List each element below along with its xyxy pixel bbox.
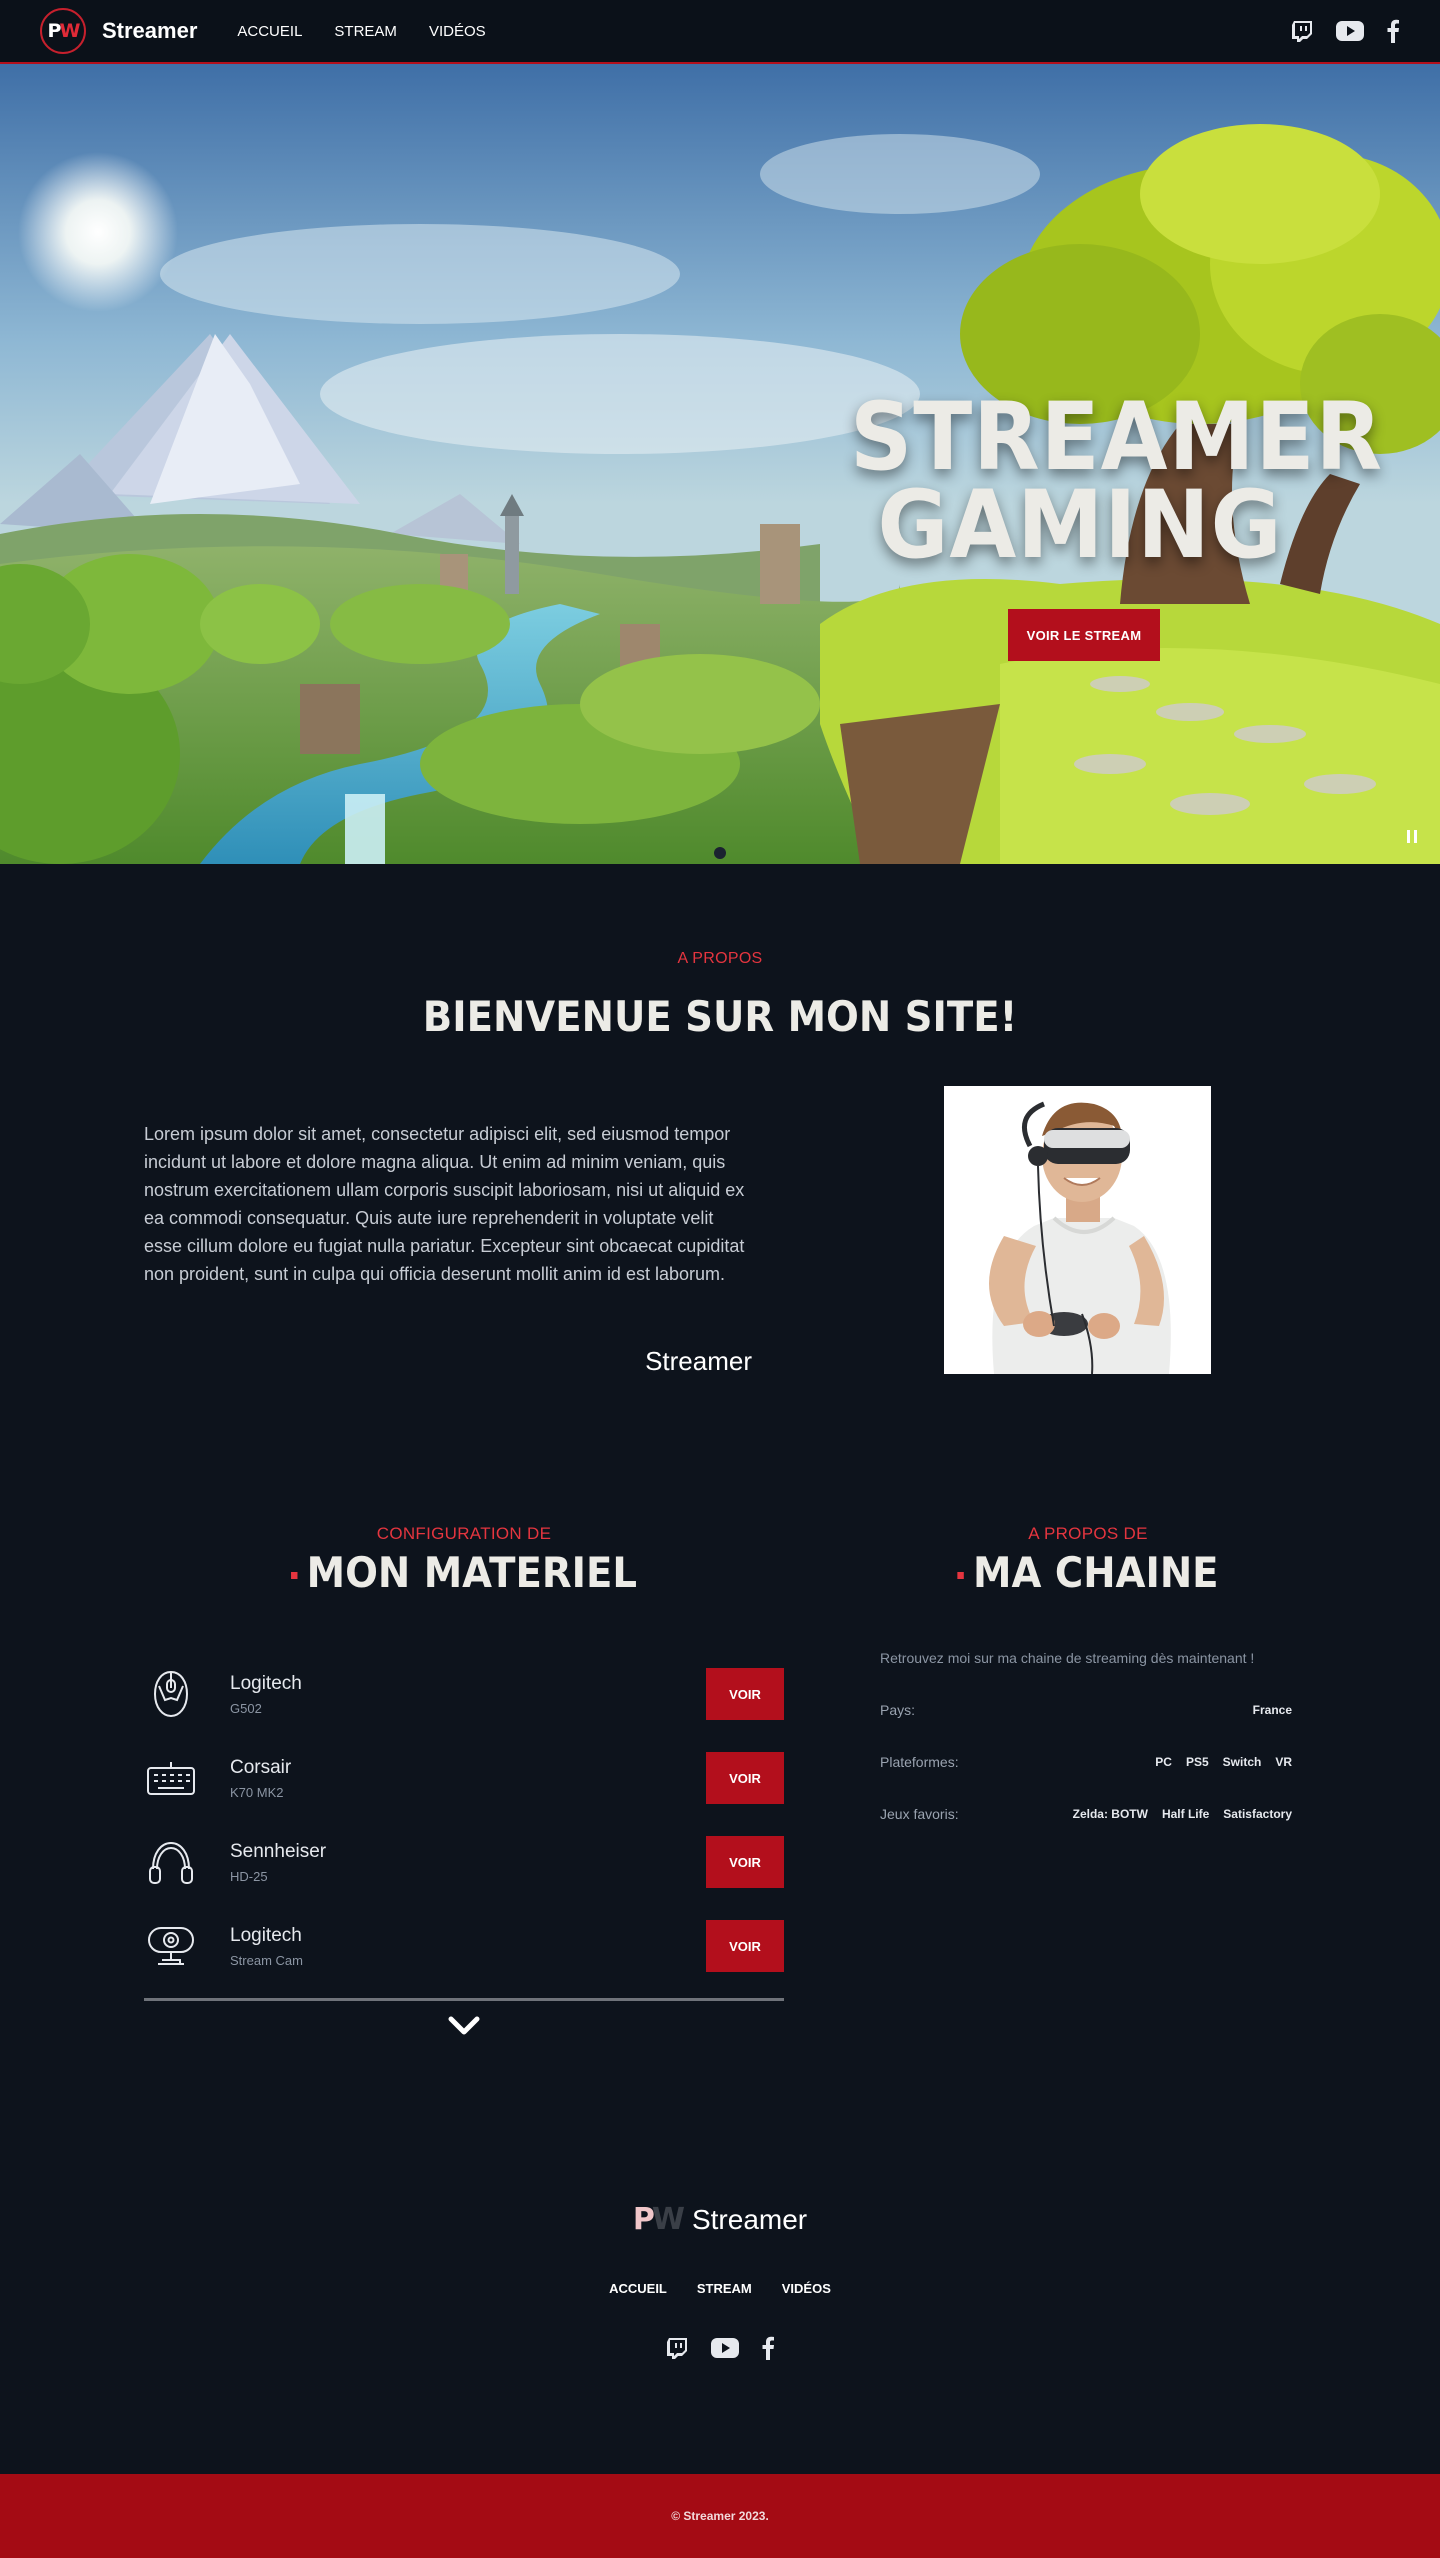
channel-heading: A PROPOS DE MA CHAINE [848,1524,1328,1597]
copyright-bar: © Streamer 2023. [0,2474,1440,2558]
gear-title: MON MATERIEL [243,1548,685,1597]
view-gear-button[interactable]: VOIR [706,1752,784,1804]
streamer-photo [944,1086,1211,1374]
channel-value: PS5 [1185,1755,1209,1769]
webcam-icon [144,1919,198,1973]
copyright-text: © Streamer 2023. [671,2509,769,2523]
channel-row-favorite-games: Jeux favoris: Zelda: BOTW Half Life Sati… [880,1806,1292,1822]
gear-and-channel-section: CONFIGURATION DE MON MATERIEL A PROPOS D… [0,1524,1440,2124]
carousel-pause-button[interactable] [1398,822,1426,850]
nav-link-accueil[interactable]: ACCUEIL [237,23,302,40]
logo-letter-p: P [47,20,62,42]
hero-carousel: STREAMER GAMING VOIR LE STREAM [0,64,1440,864]
gear-name: Corsair [230,1756,292,1778]
view-gear-button[interactable]: VOIR [706,1668,784,1720]
view-gear-button[interactable]: VOIR [706,1836,784,1888]
mouse-icon [144,1667,198,1721]
gear-model: G502 [230,1700,262,1716]
facebook-icon[interactable] [1386,19,1400,43]
footer: PW Streamer ACCUEIL STREAM VIDÉOS [0,2124,1440,2474]
footer-brand[interactable]: PW Streamer [0,2124,1440,2237]
channel-info: Retrouvez moi sur ma chaine de streaming… [880,1650,1292,1822]
channel-value: Switch [1222,1755,1262,1769]
channel-value: Half Life [1161,1807,1210,1821]
youtube-icon[interactable] [1336,21,1364,41]
channel-value: France [1252,1703,1292,1717]
channel-row-label: Pays: [880,1702,916,1718]
show-more-chevron-down-icon[interactable] [144,2015,784,2037]
twitch-icon[interactable] [665,2336,689,2360]
nav-link-videos[interactable]: VIDÉOS [429,23,486,40]
gear-eyebrow: CONFIGURATION DE [376,1524,552,1543]
channel-row-country: Pays: France [880,1702,1292,1718]
channel-eyebrow: A PROPOS DE [1028,1524,1148,1543]
footer-logo: PW [632,2202,685,2237]
footer-link-stream[interactable]: STREAM [697,2281,752,2296]
gear-model: K70 MK2 [230,1784,284,1800]
gear-item: Logitech G502 VOIR [144,1652,784,1736]
gear-heading: CONFIGURATION DE MON MATERIEL [224,1524,704,1597]
navbar: PW Streamer ACCUEIL STREAM VIDÉOS [0,0,1440,64]
about-paragraph: Lorem ipsum dolor sit amet, consectetur … [144,1124,745,1284]
gear-name: Sennheiser [230,1840,327,1862]
gear-list: Logitech G502 VOIR Corsair K70 MK2 VOIR … [144,1652,784,2037]
footer-links: ACCUEIL STREAM VIDÉOS [0,2281,1440,2296]
hero-title: STREAMER GAMING [850,383,1383,580]
carousel-indicator[interactable] [714,847,726,859]
gear-item: Logitech Stream Cam VOIR [144,1904,784,1988]
site-logo[interactable]: PW [40,8,86,54]
nav-link-stream[interactable]: STREAM [334,23,397,40]
channel-row-label: Plateformes: [880,1754,959,1770]
youtube-icon[interactable] [711,2338,739,2358]
keyboard-icon [144,1751,198,1805]
view-gear-button[interactable]: VOIR [706,1920,784,1972]
channel-intro: Retrouvez moi sur ma chaine de streaming… [880,1650,1255,1666]
hero-title-line-2: GAMING [877,471,1283,580]
footer-link-videos[interactable]: VIDÉOS [782,2281,831,2296]
channel-value: Satisfactory [1223,1807,1292,1821]
footer-brand-name: Streamer [691,2203,808,2235]
gear-model: HD-25 [230,1868,268,1884]
about-section: A PROPOS BIENVENUE SUR MON SITE! Lorem i… [0,864,1440,1524]
gear-model: Stream Cam [230,1952,303,1968]
gear-list-divider [144,1998,784,2001]
hero-title-line-1: STREAMER [850,383,1383,492]
twitch-icon[interactable] [1290,19,1314,43]
about-title: BIENVENUE SUR MON SITE! [422,992,1018,1041]
gear-name: Logitech [230,1924,302,1946]
channel-title: MA CHAINE [867,1548,1309,1597]
nav-social-links [1290,19,1400,43]
brand-name[interactable]: Streamer [102,18,197,44]
accent-square [290,1572,298,1579]
headphones-icon [144,1835,198,1889]
footer-social-links [0,2336,1440,2360]
gear-name: Logitech [230,1672,302,1694]
channel-row-label: Jeux favoris: [880,1806,959,1822]
logo-letter-w: W [59,20,80,42]
footer-link-accueil[interactable]: ACCUEIL [609,2281,667,2296]
channel-value: PC [1155,1755,1172,1769]
channel-value: Zelda: BOTW [1072,1807,1148,1821]
channel-row-platforms: Plateformes: PC PS5 Switch VR [880,1754,1292,1770]
nav-links: ACCUEIL STREAM VIDÉOS [237,23,485,40]
about-eyebrow: A PROPOS [677,950,763,967]
watch-stream-button[interactable]: VOIR LE STREAM [1008,609,1160,661]
facebook-icon[interactable] [761,2336,775,2360]
channel-value: VR [1275,1755,1292,1769]
about-signature: Streamer [645,1346,752,1376]
gear-item: Corsair K70 MK2 VOIR [144,1736,784,1820]
pause-icon [1407,829,1410,843]
accent-square [957,1572,964,1579]
gear-item: Sennheiser HD-25 VOIR [144,1820,784,1904]
